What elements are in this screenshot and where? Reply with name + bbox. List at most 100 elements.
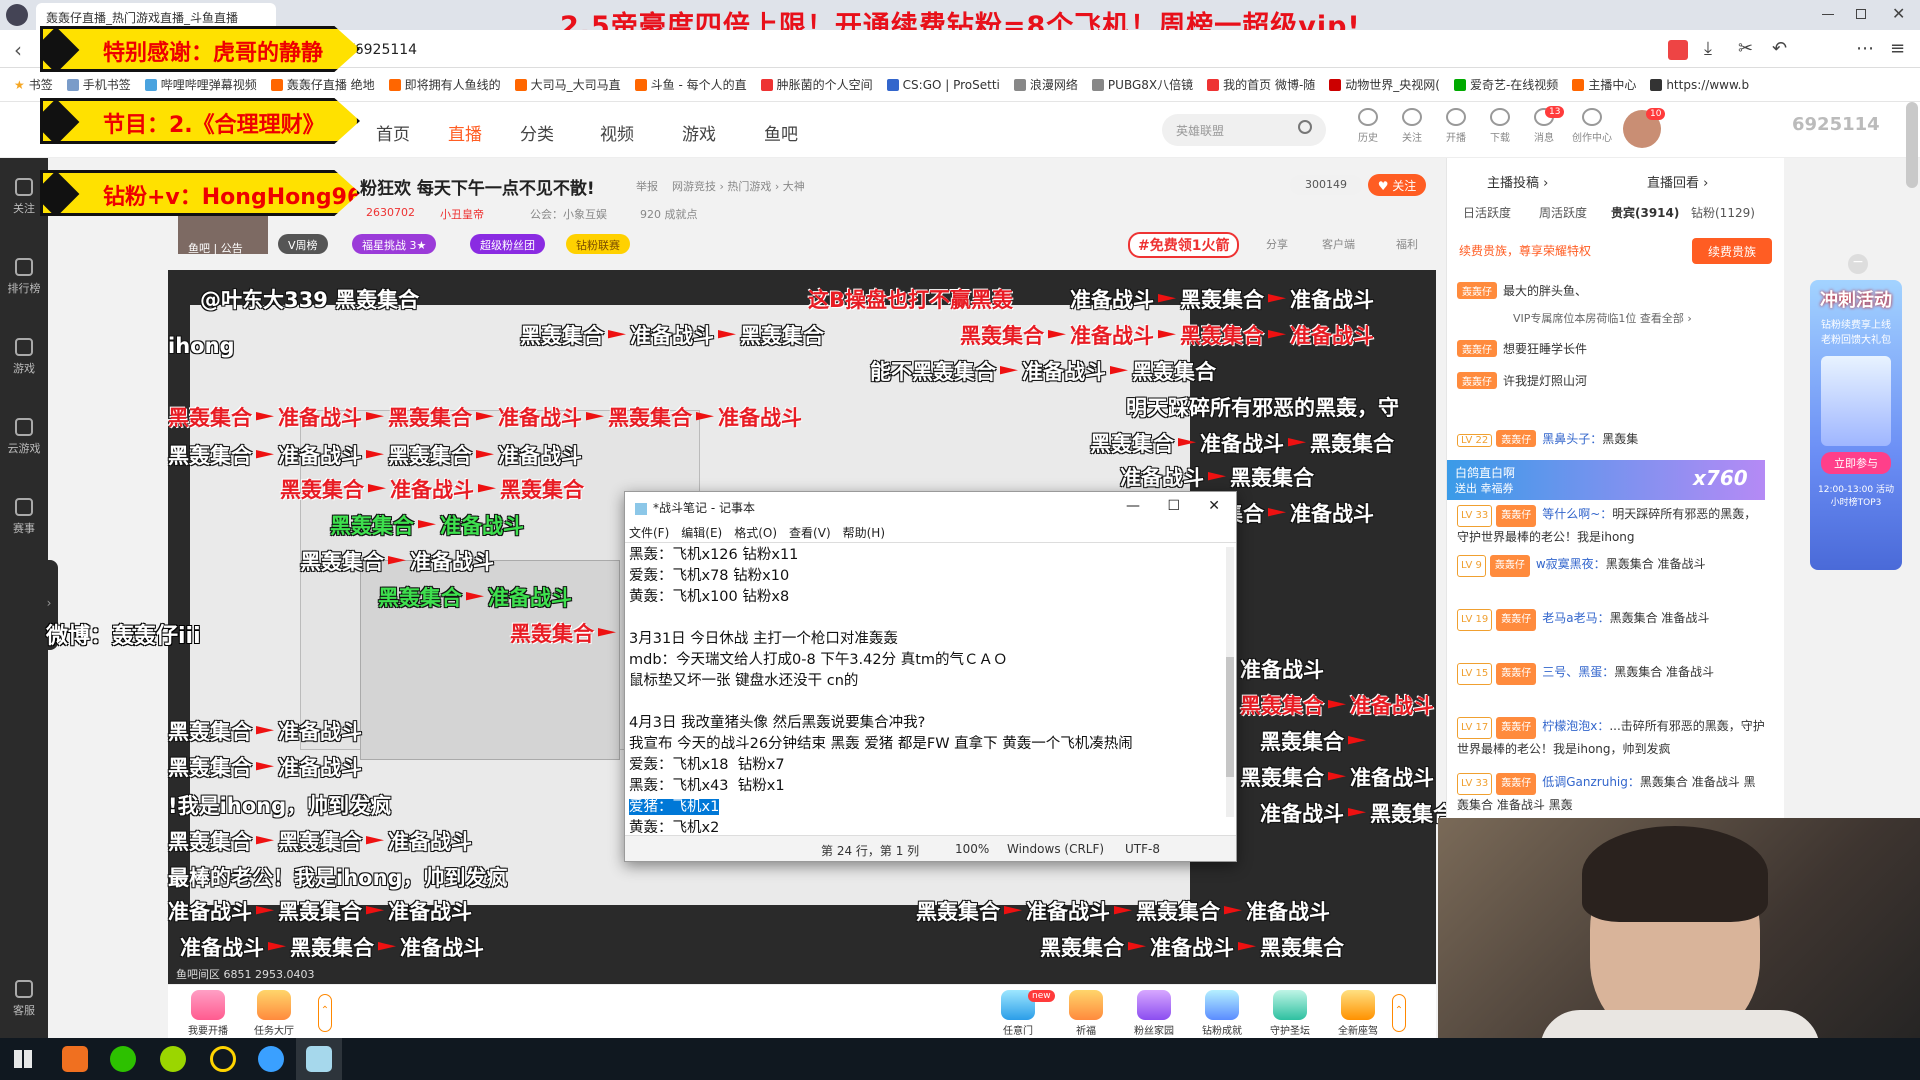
bookmark-item[interactable]: 爱奇艺-在线视频 — [1453, 76, 1558, 93]
more-icon[interactable]: ⋯ — [1856, 38, 1874, 59]
gift-entry-diamond-achievement[interactable]: 钻粉成就 — [1198, 990, 1246, 1037]
sidebar-item-ranking[interactable]: 排行榜 — [0, 258, 48, 296]
renew-vip-button[interactable]: 续费贵族 — [1692, 238, 1772, 264]
tab-diamond-fans[interactable]: 钻粉(1129) — [1691, 204, 1755, 221]
vip-list-item[interactable]: 轰轰仔 许我提灯照山河 — [1457, 372, 1587, 389]
lucky-challenge-pill[interactable]: 福星挑战 3★ — [352, 234, 437, 254]
window-maximize-icon[interactable] — [1856, 9, 1866, 19]
nav-category[interactable]: 分类 — [520, 120, 554, 145]
bookmark-item[interactable]: 即将拥有人鱼线的 — [388, 76, 501, 93]
bookmark-item[interactable]: https://www.b — [1650, 78, 1749, 92]
url-input[interactable]: /6925114 — [350, 42, 417, 58]
nav-home[interactable]: 首页 — [376, 120, 410, 145]
menu-view[interactable]: 查看(V) — [789, 524, 831, 540]
follow-list-button[interactable]: 关注 — [1394, 108, 1430, 144]
sidebar-item-events[interactable]: 赛事 — [0, 498, 48, 536]
bookmark-item[interactable]: PUBG8X八倍镜 — [1091, 76, 1193, 93]
notepad-maximize-icon[interactable]: ☐ — [1167, 498, 1180, 514]
tab-daily-activity[interactable]: 日活跃度 — [1463, 204, 1511, 221]
gift-entry-vehicle[interactable]: 全新座驾 — [1334, 990, 1382, 1037]
bookmark-item[interactable]: CS:GO | ProSetti — [886, 78, 1000, 92]
tools-icon[interactable]: ✂ — [1738, 38, 1753, 59]
side-event-banner[interactable]: 冲刺活动 钻粉续费享上线 老粉回馈大礼包 立即参与 12:00-13:00 活动… — [1810, 280, 1902, 570]
task-hall-entry[interactable]: 任务大厅 — [250, 990, 298, 1037]
menu-file[interactable]: 文件(F) — [629, 524, 669, 540]
browser-logo-icon[interactable] — [6, 4, 28, 26]
sidebar-item-games[interactable]: 游戏 — [0, 338, 48, 376]
guild-link[interactable]: 公会：小象互娱 — [530, 206, 607, 222]
tab-weekly-activity[interactable]: 周活跃度 — [1539, 204, 1587, 221]
notepad-scrollbar[interactable] — [1226, 547, 1234, 817]
vip-list-item[interactable]: 轰轰仔 最大的胖头鱼、 — [1457, 282, 1587, 299]
bookmark-item[interactable]: 浪漫网络 — [1013, 76, 1078, 93]
super-fans-pill[interactable]: 超级粉丝团 — [470, 234, 545, 254]
download-icon[interactable]: ⤓ — [1704, 38, 1712, 59]
free-rocket-button[interactable]: #免费领1火箭 — [1128, 232, 1240, 258]
undo-icon[interactable]: ↶ — [1772, 38, 1787, 59]
search-icon[interactable] — [1298, 120, 1312, 134]
gift-entry-fan-home[interactable]: 粉丝家园 — [1130, 990, 1178, 1037]
notepad-title-bar[interactable]: *战斗笔记 - 记事本 — ☐ ✕ — [625, 492, 1236, 522]
share-button[interactable]: 分享 — [1266, 236, 1288, 252]
bookmark-item[interactable]: 动物世界_央视网( — [1329, 76, 1440, 93]
notepad-minimize-icon[interactable]: — — [1126, 498, 1140, 514]
translate-icon[interactable] — [1668, 40, 1688, 60]
menu-format[interactable]: 格式(O) — [734, 524, 777, 540]
sidebar-item-cloud-games[interactable]: 云游戏 — [0, 418, 48, 456]
gift-entry-pray[interactable]: 祈福 — [1062, 990, 1110, 1037]
window-minimize-icon[interactable] — [1822, 14, 1834, 15]
bookmark-item[interactable]: 肿胀菌的个人空间 — [760, 76, 873, 93]
browser-icon[interactable] — [160, 1046, 186, 1072]
creator-center-button[interactable]: 创作中心 — [1570, 108, 1614, 144]
bookmark-item[interactable]: 手机书签 — [66, 76, 131, 93]
history-button[interactable]: 历史 — [1350, 108, 1386, 144]
gift-entry-guardian[interactable]: 守护圣坛 — [1266, 990, 1314, 1037]
back-icon[interactable]: ‹ — [14, 38, 22, 62]
bookmark-item[interactable]: 轰轰仔直播 绝地 — [270, 76, 375, 93]
menu-help[interactable]: 帮助(H) — [843, 524, 885, 540]
tab-vip[interactable]: 贵宾(3914) — [1611, 204, 1679, 221]
wechat-icon[interactable] — [110, 1046, 136, 1072]
obs-icon[interactable] — [210, 1046, 236, 1072]
start-stream-button[interactable]: 开播 — [1438, 108, 1474, 144]
tab-submissions[interactable]: 主播投稿 › — [1487, 172, 1548, 191]
bookmark-item[interactable]: 主播中心 — [1572, 76, 1636, 93]
gift-bar-expand-right[interactable]: ⌃ — [1392, 994, 1406, 1032]
sidebar-item-support[interactable]: 客服 — [0, 980, 48, 1018]
notepad-window[interactable]: *战斗笔记 - 记事本 — ☐ ✕ 文件(F) 编辑(E) 格式(O) 查看(V… — [624, 491, 1237, 862]
gift-bar-expand-left[interactable]: ⌃ — [318, 994, 332, 1032]
page-scrollbar[interactable] — [1906, 102, 1918, 188]
report-link[interactable]: 举报 — [636, 178, 658, 194]
bookmark-item[interactable]: 我的首页 微博-随 — [1207, 76, 1315, 93]
bookmark-item[interactable]: 哔哩哔哩弹幕视频 — [144, 76, 257, 93]
browser-tab[interactable]: 轰轰仔直播_热门游戏直播_斗鱼直播 — [36, 3, 276, 30]
qq-icon[interactable] — [258, 1046, 284, 1072]
fishbar-link[interactable]: 鱼吧 | 公告 — [188, 240, 243, 256]
diamond-league-pill[interactable]: 钻粉联赛 — [566, 234, 630, 254]
room-category[interactable]: 网游竞技 › 热门游戏 › 大神 — [672, 178, 805, 194]
side-ad-join-button[interactable]: 立即参与 — [1821, 452, 1891, 474]
notepad-text-area[interactable]: 黑轰：飞机x126 钻粉x11 爱轰：飞机x78 钻粉x10 黄轰：飞机x100… — [625, 542, 1236, 833]
client-button[interactable]: 客户端 — [1322, 236, 1355, 252]
vip-seat-line[interactable]: VIP专属席位本房荷临1位 查看全部 › — [1513, 310, 1692, 326]
start-icon[interactable] — [14, 1050, 32, 1068]
nav-video[interactable]: 视频 — [600, 120, 634, 145]
bookmark-item[interactable]: 大司马_大司马直 — [514, 76, 621, 93]
taskbar-app-icon[interactable] — [62, 1046, 88, 1072]
nav-fishbar[interactable]: 鱼吧 — [764, 120, 798, 145]
menu-edit[interactable]: 编辑(E) — [681, 524, 722, 540]
tab-replays[interactable]: 直播回看 › — [1647, 172, 1708, 191]
nav-live[interactable]: 直播 — [448, 120, 482, 145]
welfare-button[interactable]: 福利 — [1396, 236, 1418, 252]
menu-icon[interactable]: ≡ — [1890, 38, 1905, 59]
vip-list-item[interactable]: 轰轰仔 想要狂睡学长件 — [1457, 340, 1587, 357]
start-stream-entry[interactable]: 我要开播 — [184, 990, 232, 1037]
window-close-icon[interactable]: ✕ — [1892, 4, 1905, 23]
weekly-rank-pill[interactable]: V周榜 — [278, 234, 328, 254]
bookmark-star[interactable]: ★ 书签 — [14, 76, 53, 93]
download-app-button[interactable]: 下载 — [1482, 108, 1518, 144]
notepad-close-icon[interactable]: ✕ — [1208, 498, 1220, 514]
side-ad-close-icon[interactable]: − — [1848, 254, 1868, 274]
bookmark-item[interactable]: 斗鱼 - 每个人的直 — [634, 76, 747, 93]
nav-games[interactable]: 游戏 — [682, 120, 716, 145]
